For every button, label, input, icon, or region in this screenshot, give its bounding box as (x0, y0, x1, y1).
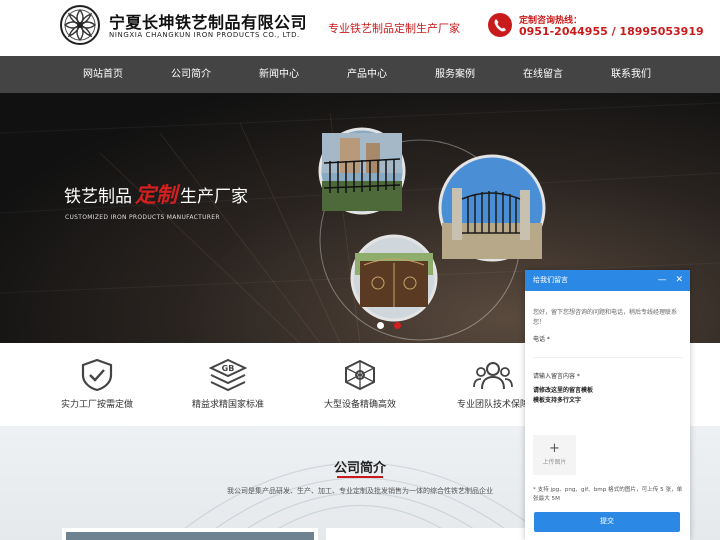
nav-item-products[interactable]: 产品中心 (347, 56, 387, 93)
banner-title-accent: 定制 (135, 183, 177, 207)
banner-subtitle: CUSTOMIZED IRON PRODUCTS MANUFACTURER (65, 214, 220, 221)
site-header: 宁夏长坤铁艺制品有限公司 NINGXIA CHANGKUN IRON PRODU… (0, 0, 720, 56)
product-image-gate-small (350, 234, 438, 322)
upload-image-button[interactable]: + 上传图片 (533, 435, 576, 475)
plus-icon: + (549, 441, 560, 456)
feature-label: 大型设备精确高效 (323, 400, 396, 410)
upload-label: 上传图片 (542, 459, 567, 466)
shield-check-icon (81, 358, 113, 392)
nav-item-about[interactable]: 公司简介 (171, 56, 211, 93)
feature-label: 精益求精国家标准 (191, 400, 264, 410)
page: 宁夏长坤铁艺制品有限公司 NINGXIA CHANGKUN IRON PRODU… (0, 0, 720, 540)
feature-item: 实力工厂按需定做 (32, 343, 162, 410)
equipment-icon (345, 359, 375, 391)
slider-dot-1[interactable] (377, 322, 384, 329)
svg-text:GB: GB (222, 364, 235, 373)
banner-title-prefix: 铁艺制品 (64, 187, 132, 207)
content-label: 请输入留言内容 * (533, 373, 580, 380)
submit-button[interactable]: 提交 (534, 512, 680, 532)
message-panel-title: 给我们留言 (533, 276, 568, 284)
phone-label: 电话 * (533, 336, 550, 343)
phone-field[interactable] (533, 344, 683, 358)
feature-label: 实力工厂按需定做 (60, 400, 133, 410)
minimize-icon[interactable]: — (658, 275, 667, 285)
company-name-cn: 宁夏长坤铁艺制品有限公司 (109, 13, 308, 32)
nav-item-news[interactable]: 新闻中心 (259, 56, 299, 93)
nav-item-contact[interactable]: 联系我们 (611, 56, 651, 93)
phone-icon (488, 13, 512, 37)
nav-item-message[interactable]: 在线留言 (523, 56, 563, 93)
close-icon[interactable]: ✕ (675, 275, 683, 285)
message-tip: 您好，留下您想咨询的问题和电话，稍后专线经理联系您！ (533, 309, 678, 326)
product-image-fence (318, 127, 406, 215)
company-name-en: NINGXIA CHANGKUN IRON PRODUCTS CO., LTD. (109, 31, 300, 39)
nav-item-cases[interactable]: 服务案例 (435, 56, 475, 93)
feature-item: GB 精益求精国家标准 (163, 343, 293, 410)
slider-dot-2[interactable] (394, 322, 401, 329)
product-image-gate (438, 154, 546, 262)
message-panel-header: 给我们留言 — ✕ (525, 270, 690, 291)
message-textarea[interactable]: 请修改这里的留言模板 模板支持多行文字 (533, 386, 683, 406)
upload-note: * 支持 jpg、png、gif、bmp 格式的图片，可上传 5 张，单张最大 … (533, 487, 683, 502)
hotline-numbers: 0951-2044955 / 18995053919 (519, 25, 704, 38)
banner-title: 铁艺制品 定制 生产厂家 (64, 179, 248, 209)
nav-item-home[interactable]: 网站首页 (83, 56, 123, 93)
title-underline (337, 476, 383, 478)
team-icon (473, 362, 513, 390)
banner-title-suffix: 生产厂家 (180, 187, 248, 207)
feature-item: 大型设备精确高效 (295, 343, 425, 410)
company-logo-icon[interactable] (59, 4, 101, 46)
main-nav: 网站首页 公司简介 新闻中心 产品中心 服务案例 在线留言 联系我们 (0, 56, 720, 93)
about-text-card (326, 528, 526, 540)
about-image-card[interactable] (62, 528, 318, 540)
message-panel: 给我们留言 — ✕ 您好，留下您想咨询的问题和电话，稍后专线经理联系您！ 电话 … (525, 270, 690, 540)
gb-standard-icon: GB (208, 358, 248, 392)
header-slogan: 专业铁艺制品定制生产厂家 (328, 22, 460, 35)
